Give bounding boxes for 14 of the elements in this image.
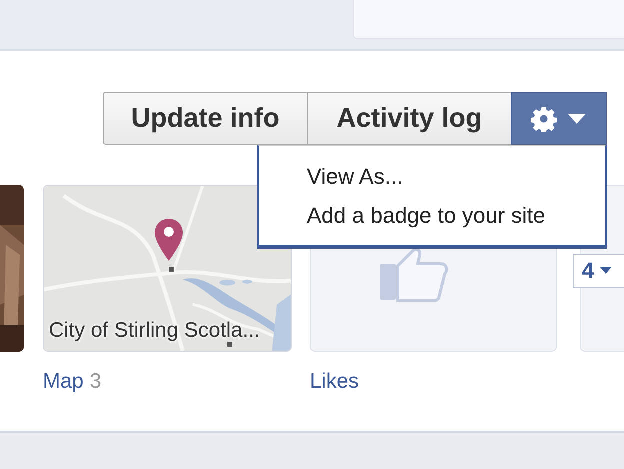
menu-item[interactable]: Add a badge to your site xyxy=(259,197,605,236)
item-count: 3 xyxy=(90,370,102,393)
map-pin-icon xyxy=(154,218,184,262)
caret-icon xyxy=(600,267,612,275)
profile-button[interactable]: Update info xyxy=(103,92,308,145)
settings-button[interactable] xyxy=(511,92,607,145)
profile-button[interactable]: Activity log xyxy=(307,92,512,145)
settings-icon xyxy=(531,106,557,132)
map-caption: City of Stirling Scotla... xyxy=(49,319,260,343)
caret-icon xyxy=(567,112,587,124)
section-link[interactable]: Map xyxy=(43,370,84,393)
section-link[interactable]: Likes xyxy=(310,370,360,393)
count-dropdown[interactable]: 4 xyxy=(573,254,624,288)
menu-item[interactable]: View As... xyxy=(259,158,605,197)
